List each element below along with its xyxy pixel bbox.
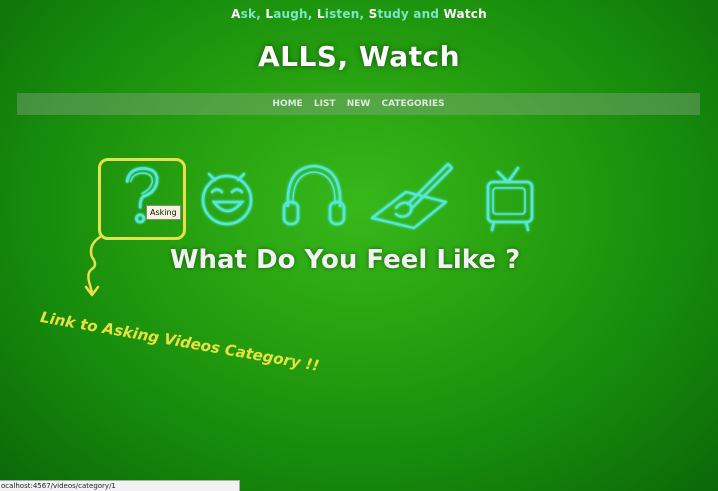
laughing-face-icon: [201, 172, 253, 226]
tagline-part: L: [316, 7, 325, 21]
laugh-category-link[interactable]: [192, 158, 280, 240]
annotation-text: Link to Asking Videos Category !!: [38, 308, 321, 375]
site-title: ALLS, Watch: [257, 40, 461, 73]
page-headline: What Do You Feel Like ?: [169, 245, 521, 275]
nav-home-link[interactable]: HOME: [272, 99, 302, 109]
tagline-part: A: [231, 7, 241, 21]
question-mark-icon: [125, 167, 159, 224]
tagline-part: isten,: [324, 7, 369, 21]
status-bar-url: ocalhost:4567/videos/category/1: [0, 480, 240, 491]
pen-and-paper-icon: [370, 162, 454, 230]
tagline-part: tudy and: [377, 7, 444, 21]
asking-category-link[interactable]: [98, 158, 186, 240]
icon-tooltip: Asking: [146, 205, 181, 220]
watch-category-link[interactable]: [474, 158, 562, 240]
nav-new-link[interactable]: NEW: [347, 99, 371, 109]
tagline: Ask, Laugh, Listen, Study and Watch: [0, 7, 718, 21]
study-category-link[interactable]: [366, 158, 454, 240]
television-icon: [486, 166, 534, 232]
category-icons: [98, 158, 558, 242]
tagline-part: augh,: [273, 7, 317, 21]
nav-list-link[interactable]: LIST: [314, 99, 336, 109]
listen-category-link[interactable]: [278, 158, 366, 240]
tagline-part: Watch: [443, 7, 487, 21]
nav-categories-link[interactable]: CATEGORIES: [381, 99, 444, 109]
nav-bar: HOME LIST NEW CATEGORIES: [17, 93, 700, 115]
tagline-part: sk,: [240, 7, 266, 21]
headphones-icon: [282, 164, 346, 226]
